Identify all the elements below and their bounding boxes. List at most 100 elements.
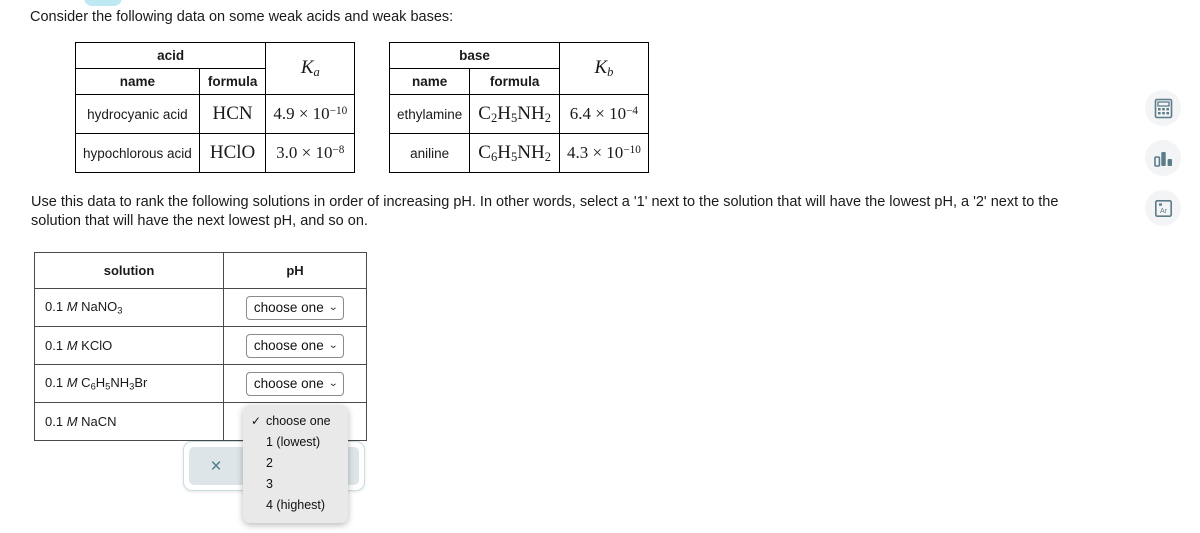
dropdown-option-label-1: 1 (lowest) (266, 435, 321, 449)
acid-data-table: acid Ka name formula hydrocyanic acid HC… (74, 42, 356, 173)
ka-exponent-1: −8 (332, 143, 345, 156)
dropdown-option-label-3: 3 (266, 477, 273, 491)
ph-cell-2: choose one ⌄ (223, 364, 367, 403)
ka-mantissa-1: 3.0 × 10 (276, 143, 333, 162)
bf1-p2: H (497, 141, 511, 163)
acid-group-header: acid (74, 42, 267, 69)
bf1-p4: NH (517, 141, 545, 163)
top-cut-off-pill (84, 0, 122, 6)
ph-select-0[interactable]: choose one ⌄ (245, 295, 345, 320)
ph-select-value-2: choose one (253, 375, 324, 391)
solution-label-3: 0.1 M NaCN (34, 402, 224, 441)
intro-text: Consider the following data on some weak… (30, 9, 454, 25)
kb-mantissa-1: 4.3 × 10 (566, 143, 624, 162)
acid-name-0: hydrocyanic acid (75, 94, 200, 134)
calculator-icon (1154, 98, 1172, 118)
unit-3: M (66, 414, 78, 429)
solution-label-1: 0.1 M KClO (34, 326, 224, 365)
dropdown-option-0[interactable]: ✓ choose one (243, 411, 348, 432)
conc-0: 0.1 (45, 299, 64, 315)
solution-label-0: 0.1 M NaNO3 (34, 288, 224, 327)
check-icon: ✓ (251, 414, 262, 428)
kb-subscript: b (607, 64, 614, 79)
dropdown-option-label-4: 4 (highest) (266, 498, 326, 512)
calculator-tool-button[interactable] (1145, 90, 1181, 126)
ph-select-value-1: choose one (253, 337, 324, 353)
kb-symbol: K (594, 57, 608, 79)
ka-exponent-0: −10 (329, 104, 348, 117)
acid-ka-value-0: 4.9 × 10−10 (265, 94, 356, 134)
conc-2: 0.1 (45, 375, 64, 391)
base-group-header-row: base Kb (389, 42, 649, 95)
base-name-0: ethylamine (388, 94, 471, 134)
table-row: ethylamine C2H5NH2 6.4 × 10−4 (388, 94, 649, 134)
chevron-down-icon: ⌄ (327, 339, 339, 351)
chart-tool-button[interactable] (1145, 140, 1181, 176)
ka-symbol: K (300, 57, 314, 79)
dropdown-option-label-2: 2 (266, 456, 273, 470)
svg-text:Ar: Ar (1160, 208, 1168, 215)
conc-3: 0.1 (45, 414, 64, 429)
ph-cell-0: choose one ⌄ (223, 288, 367, 327)
unit-2: M (66, 375, 78, 391)
ph-select-2[interactable]: choose one ⌄ (245, 371, 345, 396)
solution-header-row: solution pH (34, 252, 367, 289)
ph-dropdown-menu[interactable]: ✓ choose one 1 (lowest) 2 3 4 (highest) (243, 405, 348, 523)
acid-formula-header: formula (198, 68, 267, 95)
table-row: hypochlorous acid HClO 3.0 × 10−8 (75, 133, 356, 173)
bar-chart-icon (1153, 151, 1172, 167)
kb-exponent-0: −4 (626, 104, 639, 117)
periodic-table-tool-button[interactable]: Ar (1145, 190, 1181, 226)
ph-column-header: pH (223, 252, 367, 289)
base-name-1: aniline (388, 133, 471, 173)
unit-1: M (66, 338, 78, 353)
acid-ka-value-1: 3.0 × 10−8 (265, 133, 356, 173)
base-formula-1: C6H5NH2 (469, 133, 560, 173)
acid-formula-1: HClO (198, 133, 267, 173)
instructions-text: Use this data to rank the following solu… (31, 194, 1059, 229)
page-root: Consider the following data on some weak… (0, 0, 1200, 533)
bf1-p0: C (478, 141, 491, 163)
formula-1: KClO (81, 338, 113, 353)
ph-cell-1: choose one ⌄ (223, 326, 367, 365)
base-formula-0: C2H5NH2 (469, 94, 560, 134)
base-formula-header: formula (469, 68, 560, 95)
formula-3: NaCN (81, 414, 117, 429)
table-row: 0.1 M C6H5NH3Br choose one ⌄ (34, 364, 367, 403)
unit-0: M (66, 299, 78, 315)
bf1-p5: 2 (544, 149, 551, 164)
chevron-down-icon: ⌄ (327, 377, 339, 389)
bf0-p5: 2 (544, 110, 551, 125)
periodic-table-icon: Ar (1154, 199, 1172, 217)
formula-0: NaNO (81, 299, 118, 315)
acid-name-header: name (75, 68, 200, 95)
tool-rail: Ar (1145, 90, 1181, 240)
dropdown-option-4[interactable]: 4 (highest) (243, 495, 348, 516)
dropdown-option-2[interactable]: 2 (243, 453, 348, 474)
base-kb-value-1: 4.3 × 10−10 (558, 133, 649, 173)
bf0-p2: H (497, 102, 511, 124)
close-icon: × (210, 455, 222, 477)
formula-sub-0: 3 (117, 305, 123, 316)
base-data-table: base Kb name formula ethylamine C2H5NH2 … (388, 42, 649, 173)
dropdown-option-1[interactable]: 1 (lowest) (243, 432, 348, 453)
solution-column-header: solution (34, 252, 224, 289)
base-kb-header: Kb (558, 42, 649, 95)
acid-ka-header: Ka (265, 42, 356, 95)
bf0-p0: C (478, 102, 491, 124)
kb-exponent-1: −10 (623, 143, 641, 156)
ph-select-1[interactable]: choose one ⌄ (245, 333, 345, 358)
acid-name-1: hypochlorous acid (75, 133, 200, 173)
table-row: aniline C6H5NH2 4.3 × 10−10 (388, 133, 649, 173)
ka-subscript: a (313, 64, 320, 79)
conc-1: 0.1 (45, 338, 64, 353)
dropdown-option-label-0: choose one (266, 414, 331, 428)
kb-mantissa-0: 6.4 × 10 (569, 104, 627, 123)
table-row: 0.1 M NaNO3 choose one ⌄ (34, 288, 367, 327)
base-group-header: base (389, 42, 560, 69)
table-row: hydrocyanic acid HCN 4.9 × 10−10 (75, 94, 356, 134)
ka-mantissa-0: 4.9 × 10 (273, 104, 330, 123)
base-name-header: name (388, 68, 471, 95)
formula-2: C6H5NH3Br (81, 375, 148, 392)
dropdown-option-3[interactable]: 3 (243, 474, 348, 495)
